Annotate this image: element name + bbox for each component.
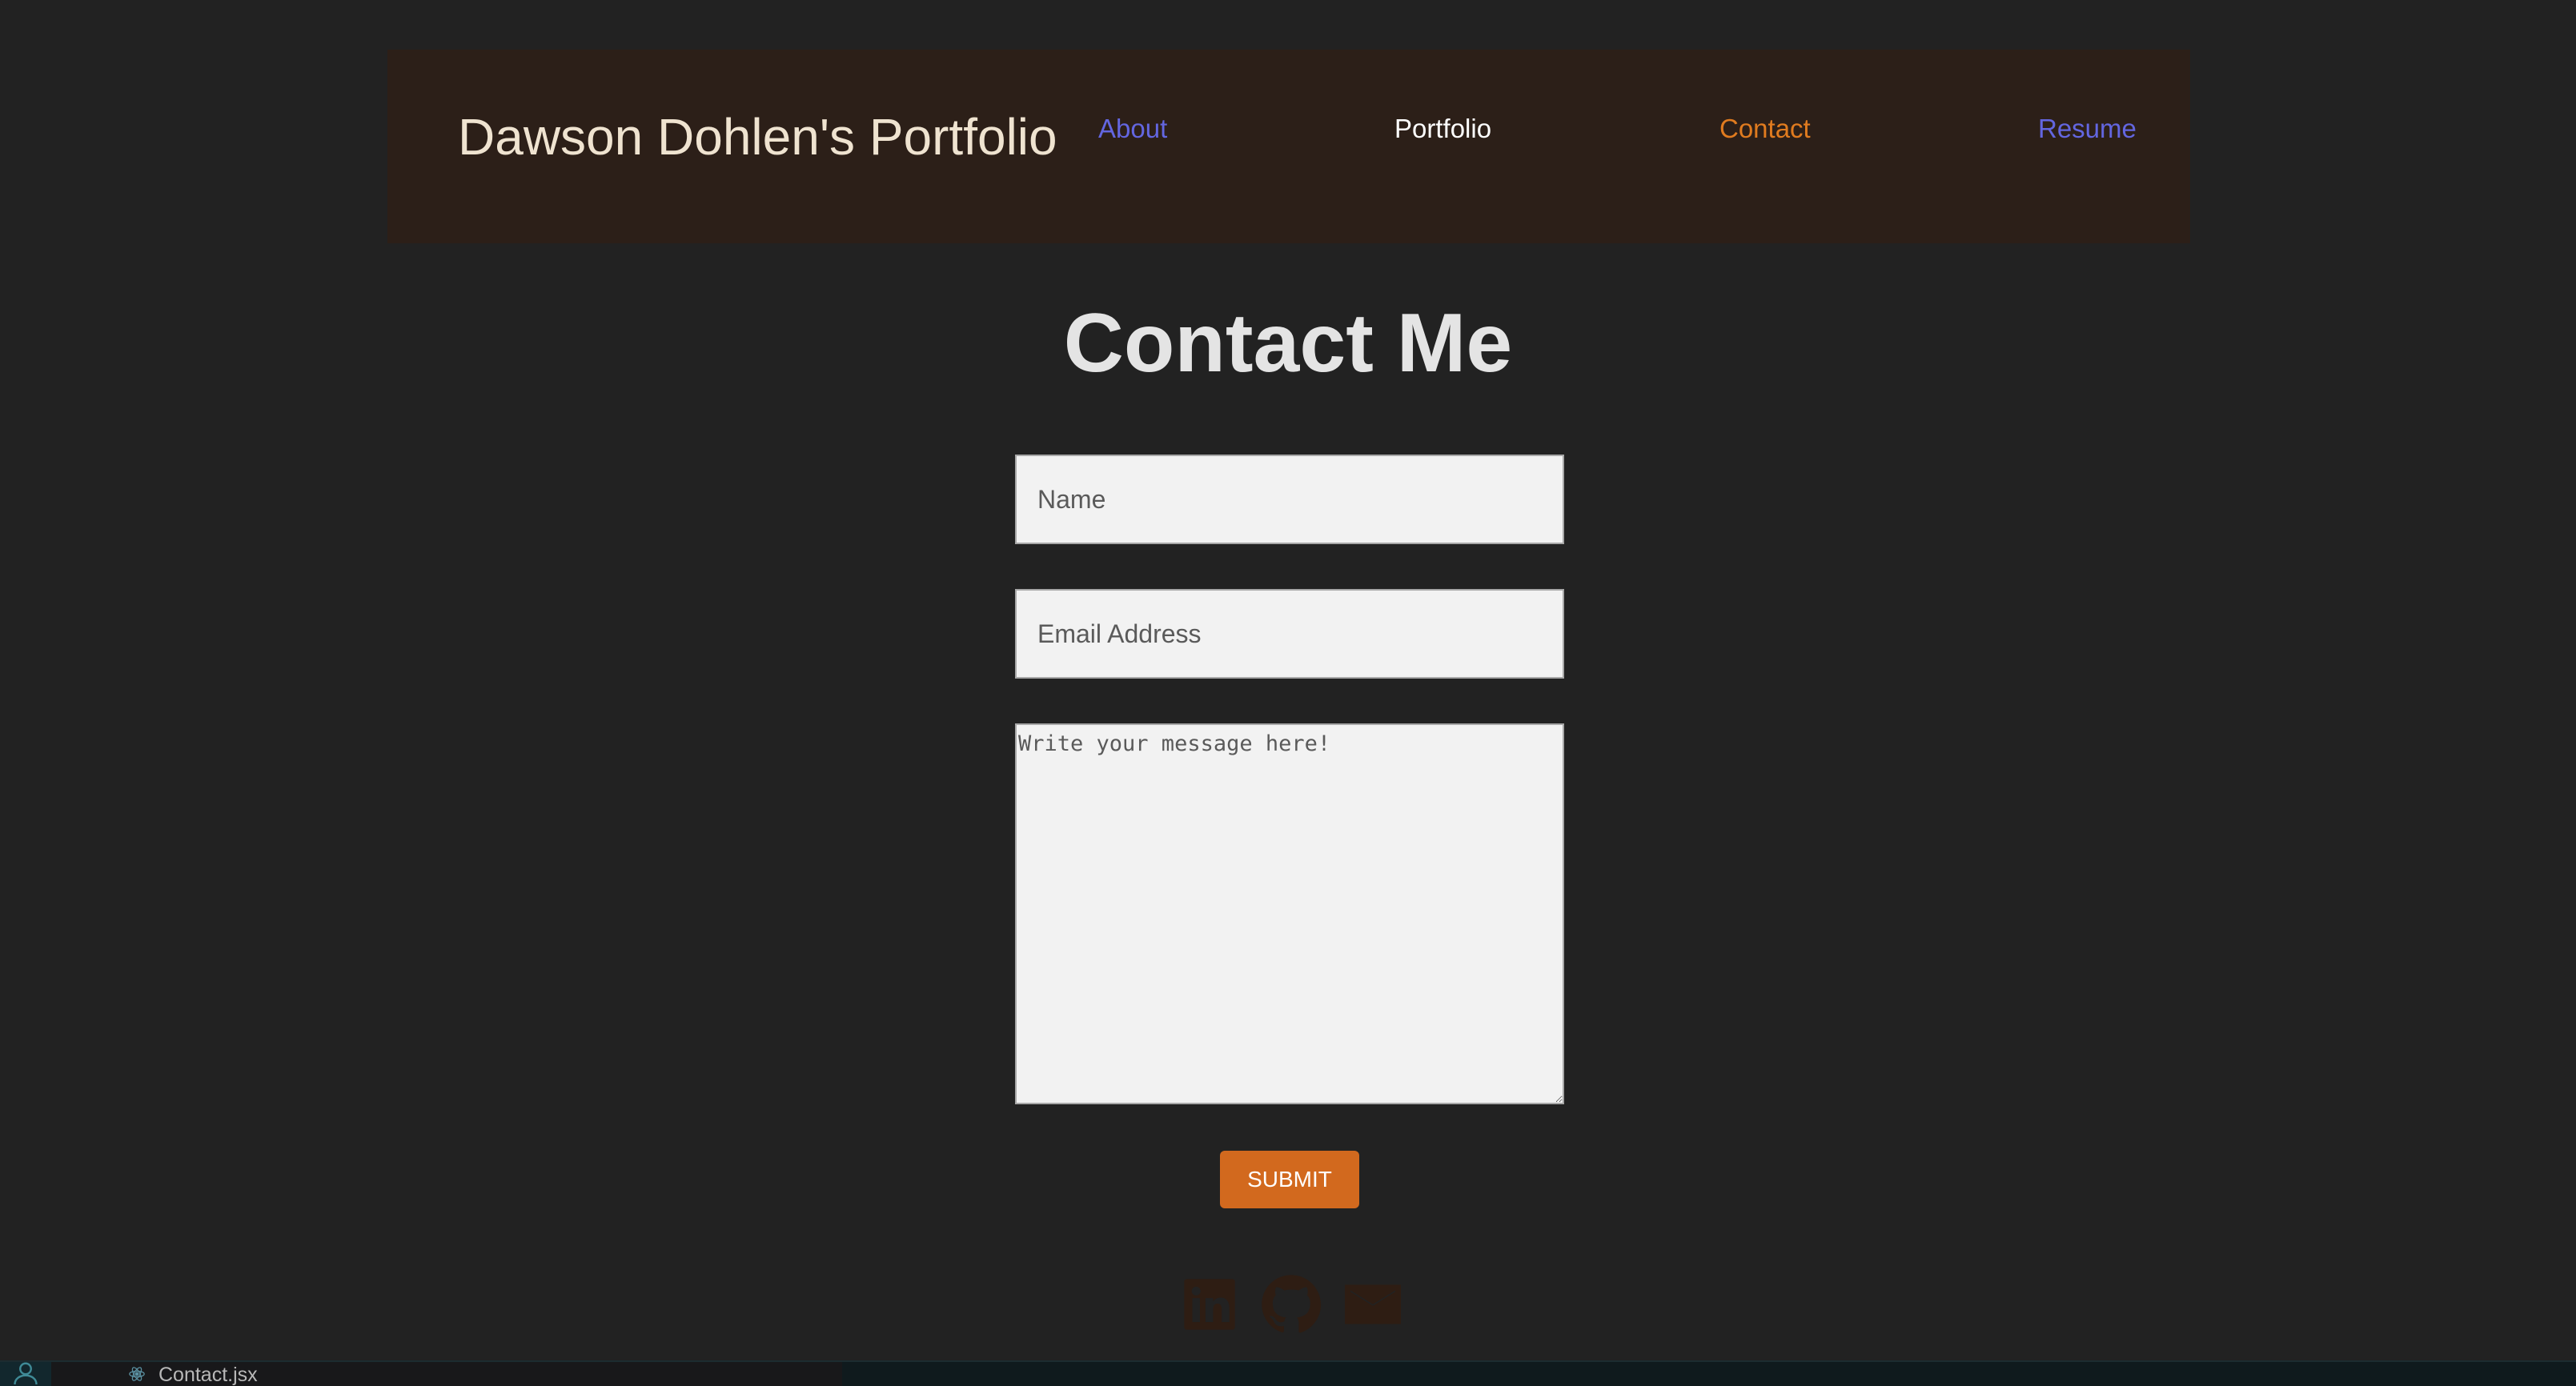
file-tab-label: Contact.jsx: [158, 1364, 258, 1386]
name-field[interactable]: [1015, 455, 1564, 544]
nav-link-resume[interactable]: Resume: [2038, 114, 2137, 144]
linkedin-icon: [1179, 1274, 1240, 1335]
react-icon: [128, 1365, 146, 1383]
nav-link-about[interactable]: About: [1098, 114, 1167, 144]
linkedin-link[interactable]: [1177, 1272, 1242, 1337]
email-icon: [1339, 1271, 1406, 1338]
account-button[interactable]: [0, 1362, 51, 1386]
email-field[interactable]: [1015, 589, 1564, 679]
github-link[interactable]: [1258, 1272, 1324, 1337]
site-header: Dawson Dohlen's Portfolio About Portfoli…: [387, 50, 2190, 243]
social-links: [1177, 1268, 1406, 1341]
editor-statusbar: Contact.jsx: [0, 1360, 2576, 1386]
nav-link-portfolio[interactable]: Portfolio: [1394, 114, 1491, 144]
email-link[interactable]: [1340, 1272, 1406, 1337]
submit-button[interactable]: SUBMIT: [1220, 1151, 1359, 1208]
nav-link-contact[interactable]: Contact: [1719, 114, 1811, 144]
message-field[interactable]: [1015, 723, 1564, 1104]
site-title: Dawson Dohlen's Portfolio: [458, 108, 1057, 166]
page-title: Contact Me: [1063, 297, 1513, 390]
page: Dawson Dohlen's Portfolio About Portfoli…: [0, 0, 2576, 1386]
account-icon: [11, 1360, 40, 1386]
github-icon: [1258, 1271, 1325, 1338]
